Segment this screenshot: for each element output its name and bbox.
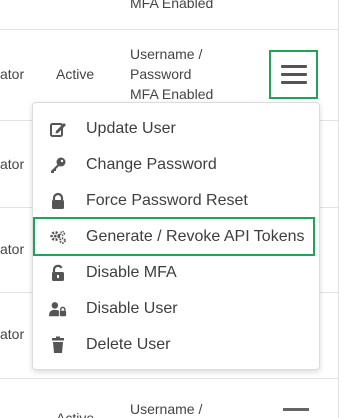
menu-item-update-user[interactable]: Update User [35, 112, 317, 146]
edit-icon [49, 120, 67, 138]
unlock-icon [49, 264, 67, 282]
auth-line: Username / [130, 401, 203, 417]
menu-item-force-password-reset[interactable]: Force Password Reset [35, 184, 317, 218]
key-icon [49, 156, 67, 174]
auth-line: Password [130, 66, 192, 82]
gears-icon [49, 228, 67, 246]
menu-item-label: Generate / Revoke API Tokens [86, 227, 305, 245]
role-cell: ator [0, 156, 25, 172]
trash-icon [49, 336, 67, 354]
role-cell: ator [0, 66, 25, 82]
user-actions-dropdown: Update User Change Password Force Passwo… [32, 102, 320, 370]
row-actions-menu-button[interactable] [269, 50, 318, 99]
hamburger-icon[interactable] [283, 408, 309, 411]
menu-item-disable-user[interactable]: Disable User [35, 292, 317, 326]
row-divider [0, 29, 338, 30]
row-divider [0, 378, 338, 379]
menu-item-delete-user[interactable]: Delete User [35, 328, 317, 362]
users-table-region: MFA Enabled ator Active Username / Passw… [0, 0, 351, 418]
hamburger-icon [280, 65, 307, 84]
menu-item-label: Disable MFA [86, 264, 177, 281]
menu-item-generate-api-tokens[interactable]: Generate / Revoke API Tokens [33, 217, 315, 256]
status-cell: Active [56, 410, 95, 418]
menu-item-label: Delete User [86, 336, 171, 353]
auth-method: MFA Enabled [130, 0, 214, 11]
role-cell: ator [0, 241, 25, 257]
user-lock-icon [49, 300, 67, 318]
menu-item-label: Disable User [86, 300, 178, 317]
table-edge [338, 0, 339, 418]
menu-item-change-password[interactable]: Change Password [35, 148, 317, 182]
lock-icon [49, 192, 67, 210]
menu-item-label: Change Password [86, 156, 217, 173]
menu-item-label: Force Password Reset [86, 192, 248, 209]
menu-item-label: Update User [86, 120, 176, 137]
role-cell: ator [0, 326, 25, 342]
menu-item-disable-mfa[interactable]: Disable MFA [35, 256, 317, 290]
status-cell: Active [56, 66, 95, 82]
auth-line: Username / [130, 46, 203, 62]
